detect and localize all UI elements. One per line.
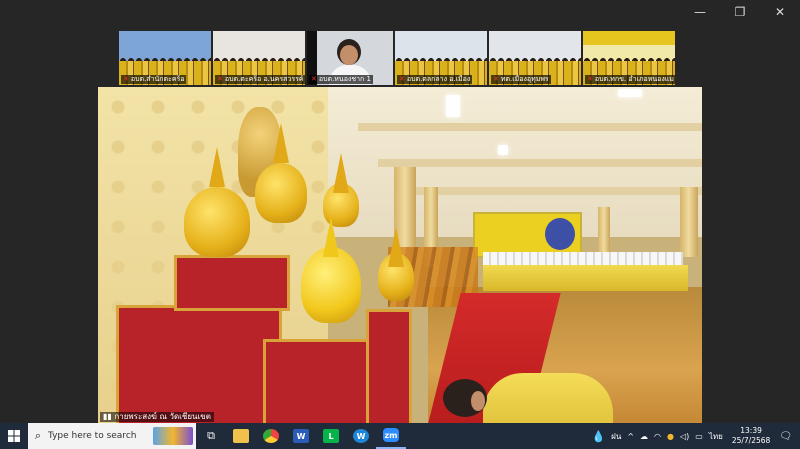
participant-tile[interactable]: ✕ ทต.เมืองอุทุมพร [489,31,581,85]
participant-name: ทต.เมืองอุทุมพร [500,75,549,83]
participant-tile[interactable]: ✕ อบต.สำนักตะคร้อ [119,31,211,85]
task-view-icon: ⧉ [207,429,215,442]
search-box[interactable]: ⌕ Type here to search [28,423,196,449]
file-explorer-button[interactable] [226,423,256,449]
system-tray: 💧 ฝน ^ ☁ ◠ ● ◁) ▭ ไทย 13:39 25/7/2568 🗨 [588,423,800,449]
word-button[interactable]: W [286,423,316,449]
search-icon: ⌕ [34,429,42,442]
participant-name: อบต.ตลกลาง อ.เมือง [406,75,471,83]
restore-button[interactable]: ❐ [720,0,760,24]
notifications-icon[interactable]: 🗨 [776,431,800,442]
participant-strip: ✕ อบต.สำนักตะคร้อ ✕ อบต.ตะคร้อ อ.นครสวรรค์… [119,31,675,85]
microphone-icon[interactable]: ● [664,432,677,441]
mic-muted-icon: ✕ [587,75,593,83]
line-button[interactable]: L [316,423,346,449]
line-icon: L [323,429,339,443]
mic-muted-icon: ✕ [493,75,499,83]
start-button[interactable] [0,423,28,449]
clock-time: 13:39 [740,426,762,435]
clock-date: 25/7/2568 [731,436,771,445]
chrome-icon [263,429,279,443]
search-placeholder: Type here to search [48,431,137,441]
zoom-button[interactable]: zm [376,423,406,449]
chrome-button[interactable] [256,423,286,449]
file-explorer-icon [233,429,249,443]
teams-button[interactable]: W [346,423,376,449]
participant-name: อบต.ทกข. อำเภอหนองแม [594,75,674,83]
word-icon: W [293,429,309,443]
participant-tile[interactable]: ✕ อบต.หนองชาก 1 [307,31,393,85]
participant-name: อบต.สำนักตะคร้อ [130,75,185,83]
participant-name: อบต.หนองชาก 1 [318,75,371,83]
onedrive-icon[interactable]: ☁ [637,432,651,441]
weather-text[interactable]: ฝน [608,430,624,443]
teams-icon: W [353,429,369,443]
windows-icon [8,430,20,442]
volume-icon[interactable]: ◁) [677,432,692,441]
mic-muted-icon: ✕ [123,75,129,83]
minimize-button[interactable]: — [680,0,720,24]
taskbar: ⌕ Type here to search ⧉ W L W zm 💧 ฝน ^ … [0,423,800,449]
show-hidden-icons-button[interactable]: ^ [624,432,637,441]
clock[interactable]: 13:39 25/7/2568 [726,426,776,446]
speaker-name: กายพระสงฆ์ ณ วัดเชียนเขต [114,412,211,421]
mic-muted-icon: ✕ [217,75,223,83]
battery-icon[interactable]: ▭ [692,432,706,441]
zoom-icon: zm [383,428,399,442]
mic-muted-icon: ✕ [311,75,317,83]
window-controls: — ❐ ✕ [680,0,800,24]
language-indicator[interactable]: ไทย [706,430,726,443]
search-highlight-icon [153,427,193,445]
task-view-button[interactable]: ⧉ [196,423,226,449]
weather-icon[interactable]: 💧 [588,430,608,443]
participant-tile[interactable]: ✕ อบต.ตลกลาง อ.เมือง [395,31,487,85]
main-video[interactable]: ▮▮ กายพระสงฆ์ ณ วัดเชียนเขต [98,87,702,424]
wifi-icon[interactable]: ◠ [651,432,664,441]
bowing-person [443,365,613,424]
signal-icon: ▮▮ [103,412,112,421]
mic-muted-icon: ✕ [399,75,405,83]
participant-tile[interactable]: ✕ อบต.ตะคร้อ อ.นครสวรรค์ [213,31,305,85]
participant-name: อบต.ตะคร้อ อ.นครสวรรค์ [224,75,304,83]
close-button[interactable]: ✕ [760,0,800,24]
participant-tile[interactable]: ✕ อบต.ทกข. อำเภอหนองแม [583,31,675,85]
